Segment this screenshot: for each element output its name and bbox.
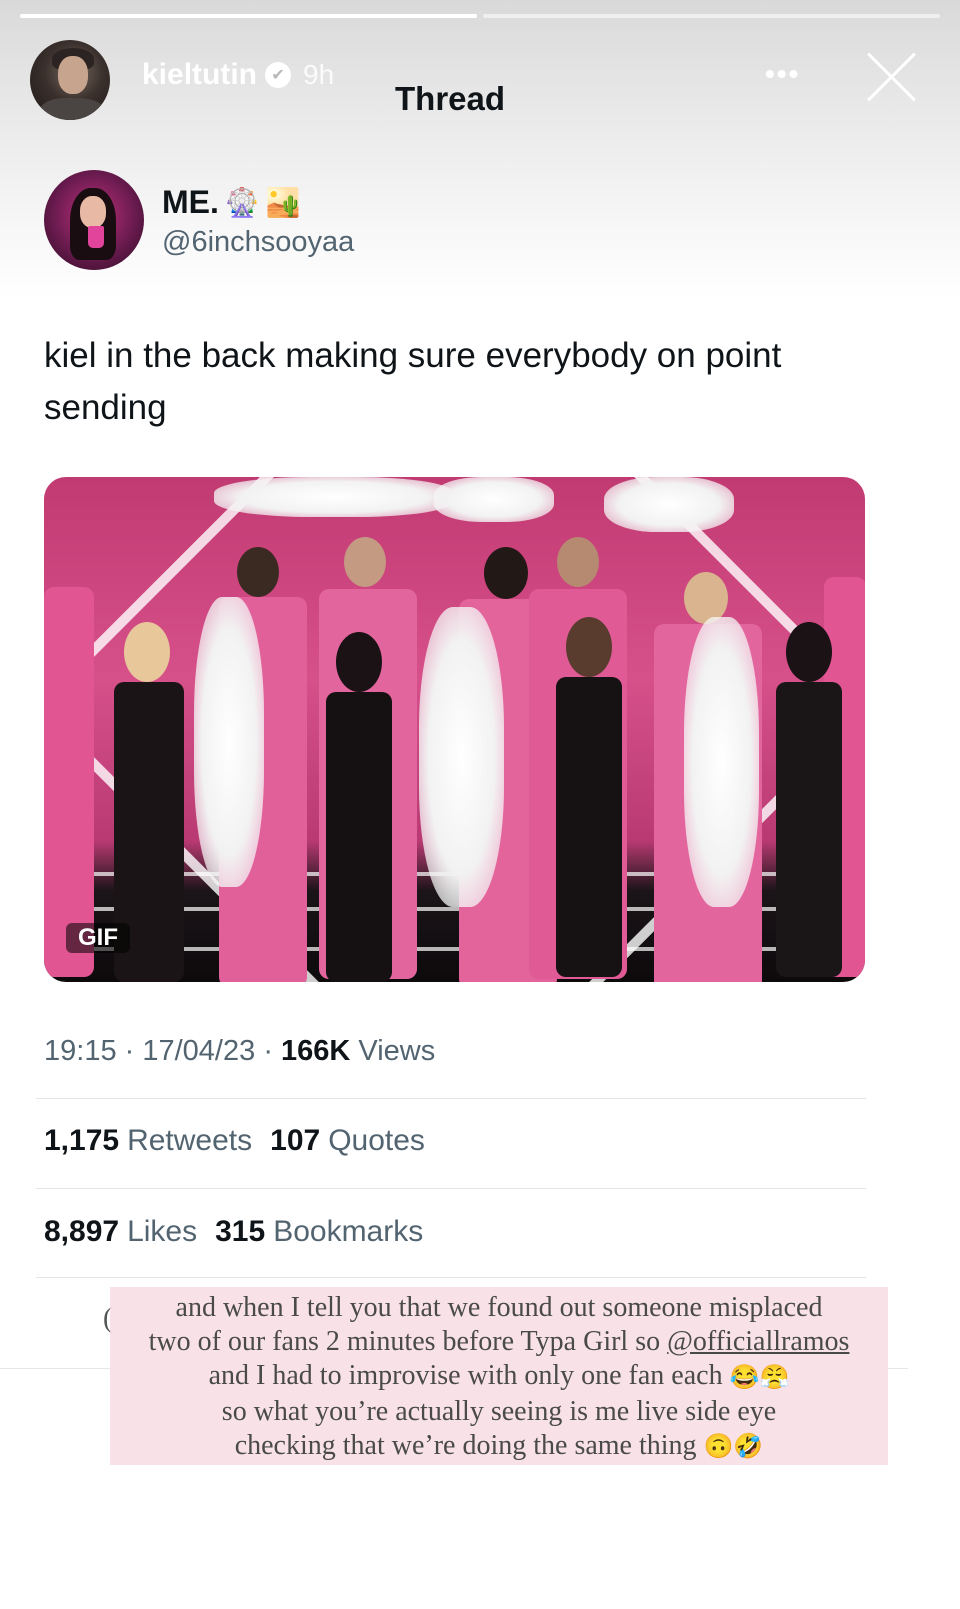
tweet-author-avatar[interactable] [44,170,144,270]
story-header: kieltutin ✔ 9h Thread ••• [30,40,930,120]
feather-fan [434,477,554,522]
bookmarks-count: 315 [215,1215,266,1248]
story-timestamp: 9h [303,59,335,90]
avatar-face [58,56,88,94]
avatar-shoulder [40,98,104,120]
tweet-time: 19:15 [44,1035,117,1067]
caption-line: two of our fans 2 minutes before Typa Gi… [110,1325,888,1359]
performer-head [124,622,170,682]
tweet-body-text: kiel in the back making sure everybody o… [44,336,782,427]
upside-down-rofl-emoji-icon: 🙃🤣 [703,1434,764,1461]
performer-figure [314,632,404,982]
views-label: Views [358,1035,436,1067]
gif-badge: GIF [66,923,130,953]
caption-line: so what you’re actually seeing is me liv… [221,1395,777,1427]
quotes-count: 107 [270,1124,321,1157]
stats-row-engagement: 8,897 Likes 315 Bookmarks [44,1215,423,1249]
desert-icon: 🏜️ [265,186,301,218]
performer-outfit [776,682,842,977]
performer-head [336,632,382,692]
story-user-avatar[interactable] [30,40,110,120]
caption-line: and when I tell you that we found out so… [175,1292,823,1323]
performer-figure [544,617,634,977]
caption-text: two of our fans 2 minutes before Typa Gi… [148,1326,668,1357]
divider [888,1368,908,1369]
divider [36,1277,866,1278]
views-count: 166K [281,1035,351,1067]
divider [36,1188,866,1189]
retweets-label: Retweets [127,1124,253,1157]
stats-row-shares: 1,175 Retweets 107 Quotes [44,1124,425,1158]
performer-head [786,622,832,682]
story-progress-segment [20,14,477,18]
caption-line: checking that we’re doing the same thing… [110,1429,888,1465]
more-options-icon[interactable]: ••• [765,58,800,90]
tweet-meta: 19:15 · 17/04/23 · 166K Views [44,1035,435,1068]
feather-fan [684,617,759,907]
verified-badge-icon: ✔ [265,62,292,88]
meta-separator: · [124,1035,143,1067]
caption-line: and I had to improvise with only one fan… [110,1359,888,1395]
feather-fan [419,607,504,907]
tweet-author: ME. 🎡 🏜️ @6inchsooyaa [44,170,544,270]
performer-head [566,617,612,677]
dancer-head [344,537,386,587]
dancer-head [237,547,279,597]
tweet-display-name[interactable]: ME. 🎡 🏜️ [162,184,301,221]
tweet-media-gif[interactable] [44,477,865,982]
performer-outfit [556,677,622,977]
bookmarks-stat[interactable]: 315 Bookmarks [215,1215,423,1249]
story-progress-fill [20,14,477,18]
feather-fan [214,477,454,517]
divider [0,1368,110,1369]
divider [36,1098,866,1099]
dancer-suit [44,587,94,977]
bookmarks-label: Bookmarks [273,1215,424,1248]
caption-text: and I had to improvise with only one fan… [208,1360,723,1391]
ferris-wheel-icon: 🎡 [224,186,260,218]
quotes-label: Quotes [328,1124,425,1157]
tweet-date: 17/04/23 [142,1035,256,1067]
avatar-cup [88,226,104,248]
dancer-head [557,537,599,587]
caption-mention-link[interactable]: @officiallramos [667,1326,849,1357]
close-icon[interactable] [862,48,920,106]
likes-stat[interactable]: 8,897 Likes [44,1215,197,1249]
retweets-count: 1,175 [44,1124,120,1157]
story-progress-segment [483,14,940,18]
avatar-face [80,196,106,228]
story-progress-bar [20,14,940,18]
quotes-stat[interactable]: 107 Quotes [270,1124,425,1158]
tweet-handle[interactable]: @6inchsooyaa [162,226,354,259]
laughing-steam-emoji-icon: 😂😤 [729,1364,790,1391]
performer-outfit [326,692,392,982]
display-name-text[interactable]: ME. [162,184,219,221]
story-user-info[interactable]: kieltutin ✔ 9h [142,58,334,92]
feather-fan [194,597,264,887]
feather-fan [604,477,734,532]
likes-count: 8,897 [44,1215,120,1248]
story-username[interactable]: kieltutin [142,58,257,92]
dancer-figure [44,537,104,977]
likes-label: Likes [127,1215,198,1248]
story-caption: and when I tell you that we found out so… [110,1287,888,1465]
thread-title: Thread [395,80,506,117]
dancer-head [484,547,528,599]
meta-separator: · [263,1035,282,1067]
performer-figure [764,622,854,977]
retweets-stat[interactable]: 1,175 Retweets [44,1124,252,1158]
caption-text: checking that we’re doing the same thing [234,1429,697,1461]
